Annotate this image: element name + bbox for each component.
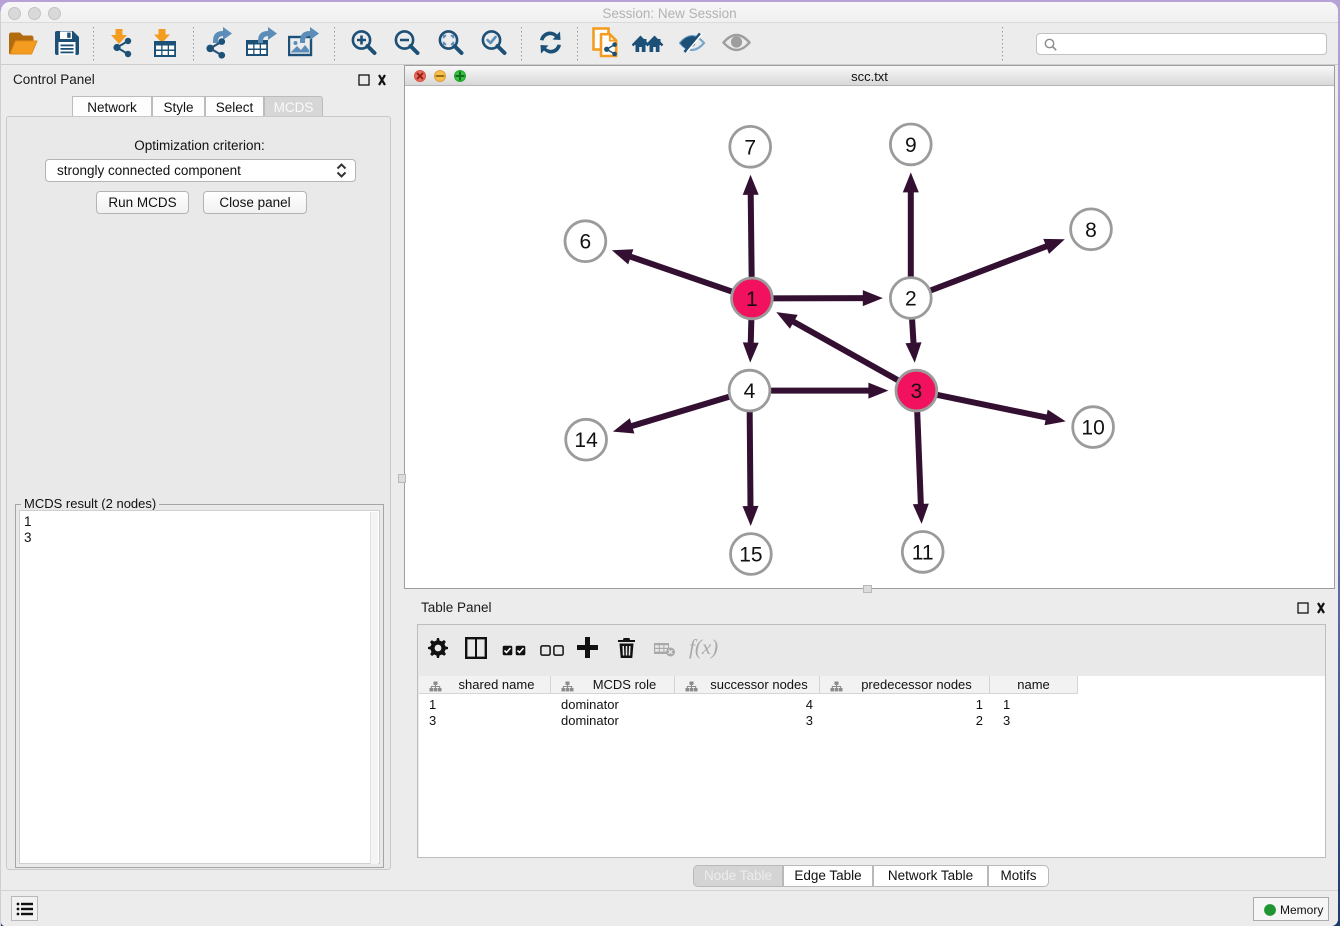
svg-text:8: 8 bbox=[1085, 219, 1097, 242]
svg-text:3: 3 bbox=[911, 380, 923, 403]
svg-text:2: 2 bbox=[905, 288, 917, 311]
svg-text:4: 4 bbox=[744, 380, 756, 403]
svg-text:6: 6 bbox=[580, 231, 592, 254]
svg-text:1: 1 bbox=[746, 288, 758, 311]
svg-text:14: 14 bbox=[574, 429, 598, 452]
svg-text:11: 11 bbox=[912, 541, 934, 564]
svg-text:7: 7 bbox=[744, 136, 756, 159]
svg-text:15: 15 bbox=[739, 544, 762, 567]
svg-text:9: 9 bbox=[905, 134, 917, 157]
svg-text:10: 10 bbox=[1081, 417, 1104, 440]
